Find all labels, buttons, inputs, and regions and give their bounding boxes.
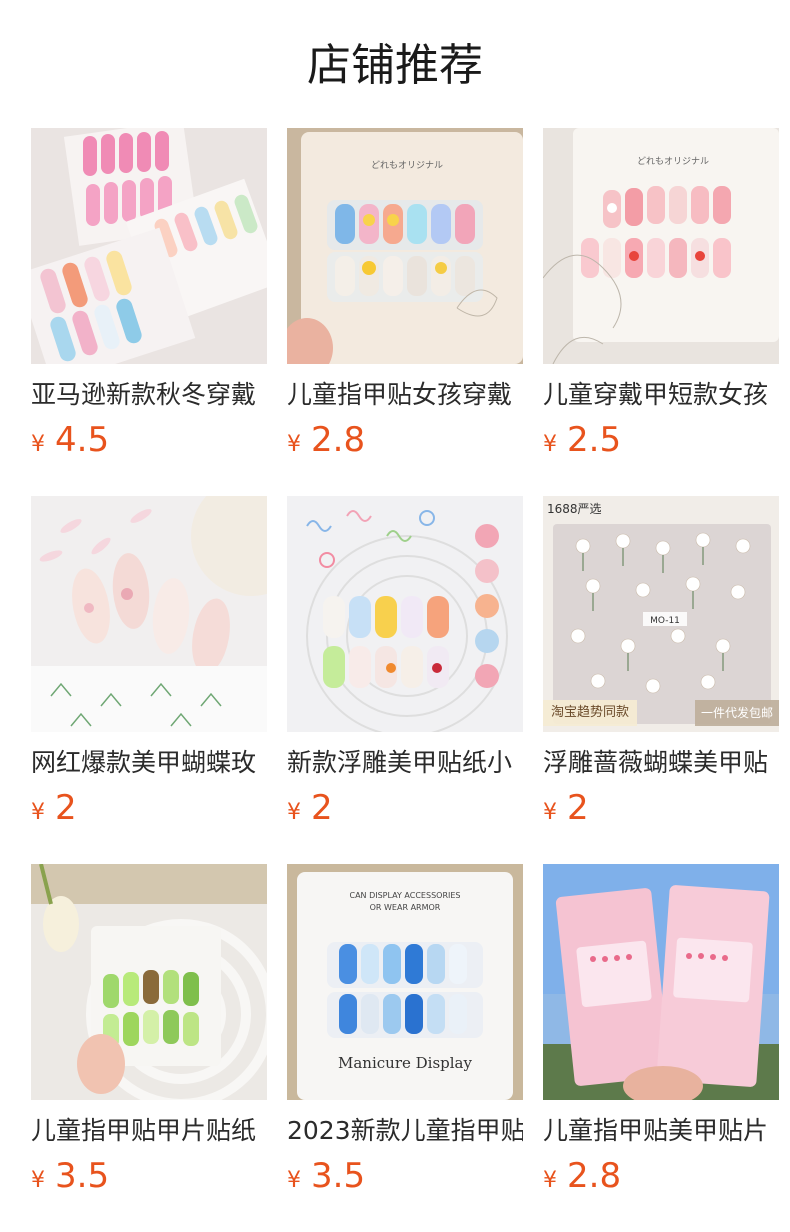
trend-badge: 淘宝趋势同款 bbox=[543, 700, 638, 726]
product-name[interactable]: 亚马逊新款秋冬穿戴 bbox=[31, 378, 267, 412]
product-price: ¥2 bbox=[287, 786, 523, 830]
product-image[interactable]: どれもオリジナル bbox=[287, 128, 523, 364]
currency-symbol: ¥ bbox=[287, 432, 301, 457]
product-card[interactable]: 网红爆款美甲蝴蝶玫 ¥2 bbox=[31, 496, 267, 864]
price-value: 2 bbox=[311, 788, 333, 828]
product-name[interactable]: 儿童指甲贴甲片贴纸 bbox=[31, 1114, 267, 1148]
product-card[interactable]: MO-11 1688严选 淘宝趋势同款 一件代发包邮 浮雕蔷薇蝴蝶美甲贴 ¥2 bbox=[543, 496, 779, 864]
currency-symbol: ¥ bbox=[543, 432, 557, 457]
display-card-text-1: CAN DISPLAY ACCESSORIES bbox=[350, 891, 461, 900]
price-value: 3.5 bbox=[55, 1156, 110, 1196]
product-name[interactable]: 儿童穿戴甲短款女孩 bbox=[543, 378, 779, 412]
product-name[interactable]: 儿童指甲贴美甲贴片 bbox=[543, 1114, 779, 1148]
price-value: 2.5 bbox=[567, 420, 622, 460]
price-value: 2 bbox=[567, 788, 589, 828]
price-value: 4.5 bbox=[55, 420, 110, 460]
product-price: ¥3.5 bbox=[31, 1154, 267, 1198]
currency-symbol: ¥ bbox=[31, 432, 45, 457]
product-price: ¥4.5 bbox=[31, 418, 267, 462]
product-image[interactable] bbox=[31, 864, 267, 1100]
product-name[interactable]: 儿童指甲贴女孩穿戴 bbox=[287, 378, 523, 412]
product-image[interactable] bbox=[543, 864, 779, 1100]
shipping-badge: 一件代发包邮 bbox=[694, 700, 779, 726]
product-card[interactable]: CAN DISPLAY ACCESSORIES OR WEAR ARMOR Ma… bbox=[287, 864, 523, 1232]
product-name[interactable]: 浮雕蔷薇蝴蝶美甲贴 bbox=[543, 746, 779, 780]
top-badge: 1688严选 bbox=[547, 502, 602, 516]
product-image[interactable] bbox=[31, 496, 267, 732]
product-name[interactable]: 网红爆款美甲蝴蝶玫 bbox=[31, 746, 267, 780]
sheet-title: どれもオリジナル bbox=[637, 156, 709, 167]
currency-symbol: ¥ bbox=[287, 800, 301, 825]
product-card[interactable]: 亚马逊新款秋冬穿戴 ¥4.5 bbox=[31, 128, 267, 496]
display-card-caption: Manicure Display bbox=[338, 1054, 473, 1072]
currency-symbol: ¥ bbox=[31, 1168, 45, 1193]
product-price: ¥2.8 bbox=[543, 1154, 779, 1198]
product-grid: 亚马逊新款秋冬穿戴 ¥4.5 どれもオリジナル 儿童指甲贴女孩穿戴 ¥ 2.8 … bbox=[31, 128, 779, 1232]
product-card[interactable]: どれもオリジナル bbox=[287, 128, 523, 496]
product-card[interactable]: 儿童指甲贴甲片贴纸 ¥3.5 bbox=[31, 864, 267, 1232]
sticker-code: MO-11 bbox=[650, 616, 680, 626]
sheet-title: どれもオリジナル bbox=[371, 160, 443, 171]
product-image[interactable]: どれもオリジナル bbox=[543, 128, 779, 364]
product-price: ¥2 bbox=[31, 786, 267, 830]
currency-symbol: ¥ bbox=[543, 800, 557, 825]
display-card-text-2: OR WEAR ARMOR bbox=[370, 903, 441, 912]
price-value: 2.8 bbox=[311, 420, 366, 460]
product-image[interactable]: MO-11 1688严选 淘宝趋势同款 一件代发包邮 bbox=[543, 496, 779, 732]
price-value: 3.5 bbox=[311, 1156, 366, 1196]
recommend-page: 店铺推荐 亚马逊新款秋冬穿戴 ¥ 4.5 どれもオリジナル 儿童指甲贴女孩穿戴 … bbox=[0, 0, 790, 1232]
product-price: ¥2 bbox=[543, 786, 779, 830]
product-name[interactable]: 新款浮雕美甲贴纸小 bbox=[287, 746, 523, 780]
price-value: 2.8 bbox=[567, 1156, 622, 1196]
product-card[interactable]: 儿童指甲贴美甲贴片 ¥2.8 bbox=[543, 864, 779, 1232]
product-price: ¥3.5 bbox=[287, 1154, 523, 1198]
currency-symbol: ¥ bbox=[543, 1168, 557, 1193]
product-name[interactable]: 2023新款儿童指甲贴 bbox=[287, 1114, 523, 1148]
product-image[interactable] bbox=[287, 496, 523, 732]
product-image[interactable] bbox=[31, 128, 267, 364]
product-image[interactable]: CAN DISPLAY ACCESSORIES OR WEAR ARMOR Ma… bbox=[287, 864, 523, 1100]
section-title: 店铺推荐 bbox=[307, 40, 483, 91]
product-price: ¥2.8 bbox=[287, 418, 523, 462]
product-card[interactable]: どれもオリジナル bbox=[543, 128, 779, 496]
product-price: ¥2.5 bbox=[543, 418, 779, 462]
product-card[interactable]: 新款浮雕美甲贴纸小 ¥2 bbox=[287, 496, 523, 864]
currency-symbol: ¥ bbox=[31, 800, 45, 825]
price-value: 2 bbox=[55, 788, 77, 828]
currency-symbol: ¥ bbox=[287, 1168, 301, 1193]
